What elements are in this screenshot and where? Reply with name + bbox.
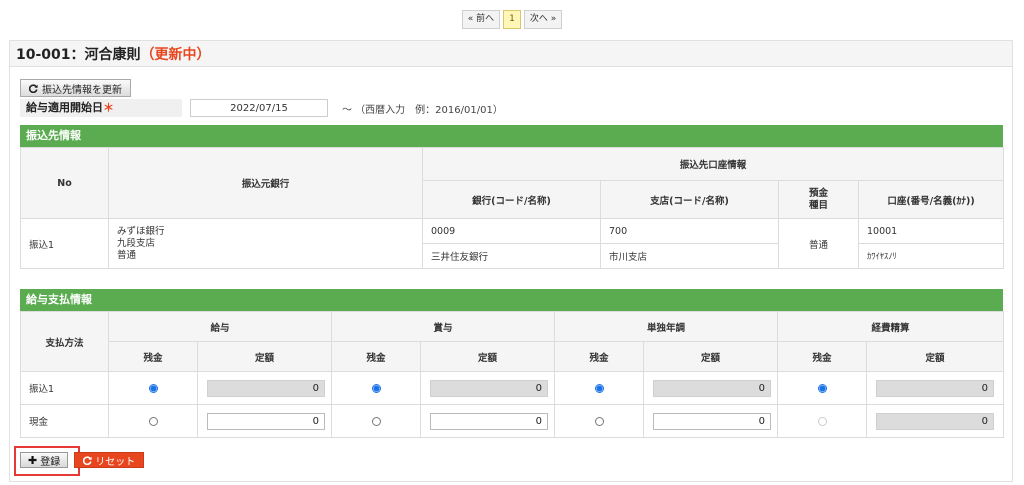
header-fixed: 定額 — [420, 341, 556, 372]
header-deposit-type: 預金 種目 — [778, 180, 859, 219]
reset-label: リセット — [95, 456, 136, 468]
method-label: 現金 — [20, 404, 109, 438]
header-source-bank: 振込元銀行 — [108, 147, 423, 219]
table-row: 現金 0 0 0 0 — [20, 404, 1005, 438]
form-actions: ✚ 登録 リセット — [20, 452, 145, 468]
register-button[interactable]: ✚ 登録 — [20, 452, 69, 468]
transfer-no: 振込1 — [20, 218, 109, 269]
pager: « 前へ 1 次へ » — [0, 10, 1024, 29]
header-bonus: 賞与 — [331, 311, 556, 342]
salary-cash-input[interactable]: 0 — [207, 412, 325, 430]
branch-name: 市川支店 — [600, 243, 779, 269]
refresh-icon — [29, 83, 38, 93]
header-no: No — [20, 147, 109, 219]
year-end-cash-input[interactable]: 0 — [653, 412, 772, 430]
source-bank: みずほ銀行 九段支店 普通 — [108, 218, 423, 269]
start-date-input[interactable] — [190, 99, 328, 117]
start-date-row: 給与適用開始日＊ ～ （西暦入力 例：2016/01/01） — [20, 99, 503, 117]
header-balance: 残金 — [554, 341, 645, 372]
header-salary: 給与 — [107, 311, 333, 342]
table-row: 振込1 0 0 0 0 — [20, 371, 1005, 405]
bonus-cash-input[interactable]: 0 — [430, 412, 549, 430]
reset-button[interactable]: リセット — [74, 452, 145, 468]
update-transfer-button[interactable]: 振込先情報を更新 — [20, 79, 131, 97]
transfer-section-title: 振込先情報 — [20, 125, 1003, 147]
bank-code: 0009 — [422, 218, 601, 244]
expenses-balance-radio[interactable] — [817, 383, 827, 393]
salary-balance-radio[interactable] — [148, 383, 158, 393]
method-label: 振込1 — [20, 371, 109, 405]
year-end-cash-radio[interactable] — [594, 416, 604, 426]
year-end-balance-radio[interactable] — [594, 383, 604, 393]
header-fixed: 定額 — [866, 341, 1005, 372]
header-balance: 残金 — [777, 341, 868, 372]
header-balance: 残金 — [108, 341, 198, 372]
branch-code: 700 — [600, 218, 779, 244]
bonus-fixed-input[interactable]: 0 — [430, 379, 549, 397]
deposit-type: 普通 — [778, 218, 859, 269]
year-end-fixed-input[interactable]: 0 — [653, 379, 772, 397]
header-method: 支払方法 — [20, 311, 109, 372]
required-mark: ＊ — [103, 101, 114, 114]
header-balance: 残金 — [331, 341, 422, 372]
header-bank: 銀行(コード/名称) — [422, 180, 601, 219]
expenses-cash-input: 0 — [876, 412, 995, 430]
header-dest-info: 振込先口座情報 — [421, 147, 1005, 181]
salary-cash-radio[interactable] — [148, 416, 158, 426]
refresh-icon — [83, 455, 92, 465]
expenses-cash-radio — [817, 416, 827, 426]
update-transfer-label: 振込先情報を更新 — [42, 84, 122, 96]
plus-icon: ✚ — [28, 453, 38, 467]
prev-page-button[interactable]: « 前へ — [461, 10, 501, 29]
header-year-end: 単独年調 — [554, 311, 779, 342]
panel-header: 10-001：河合康則 （更新中） — [10, 41, 1012, 67]
account-number: 10001 — [857, 218, 1005, 244]
header-fixed: 定額 — [643, 341, 779, 372]
transfer-table: No 振込元銀行 振込先口座情報 銀行(コード/名称) 支店(コード/名称) 預… — [20, 147, 1005, 269]
payment-table: 支払方法 給与 賞与 単独年調 経費精算 残金 定額 残金 定額 残金 定額 残… — [20, 311, 1005, 438]
next-page-button[interactable]: 次へ » — [523, 10, 563, 29]
start-date-label-text: 給与適用開始日 — [26, 101, 103, 114]
page-1-button[interactable]: 1 — [503, 10, 521, 29]
salary-fixed-input[interactable]: 0 — [207, 379, 325, 397]
header-expenses: 経費精算 — [777, 311, 1005, 342]
register-label: 登録 — [40, 456, 61, 468]
payment-section-title: 給与支払情報 — [20, 289, 1003, 311]
bonus-balance-radio[interactable] — [371, 383, 381, 393]
bank-name: 三井住友銀行 — [422, 243, 601, 269]
account-name: ｶﾜｲﾔｽﾉﾘ — [857, 243, 1005, 269]
status-label: （更新中） — [140, 46, 211, 63]
start-date-label: 給与適用開始日＊ — [20, 99, 182, 117]
bonus-cash-radio[interactable] — [371, 416, 381, 426]
header-account: 口座(番号/名義(ｶﾅ)) — [857, 180, 1005, 219]
date-format-hint: ～ （西暦入力 例：2016/01/01） — [342, 104, 503, 116]
header-fixed: 定額 — [196, 341, 333, 372]
employee-title: 10-001：河合康則 — [16, 46, 141, 63]
employee-panel: 10-001：河合康則 （更新中） 振込先情報を更新 給与適用開始日＊ ～ （西… — [9, 40, 1013, 482]
expenses-fixed-input[interactable]: 0 — [876, 379, 995, 397]
header-branch: 支店(コード/名称) — [600, 180, 779, 219]
